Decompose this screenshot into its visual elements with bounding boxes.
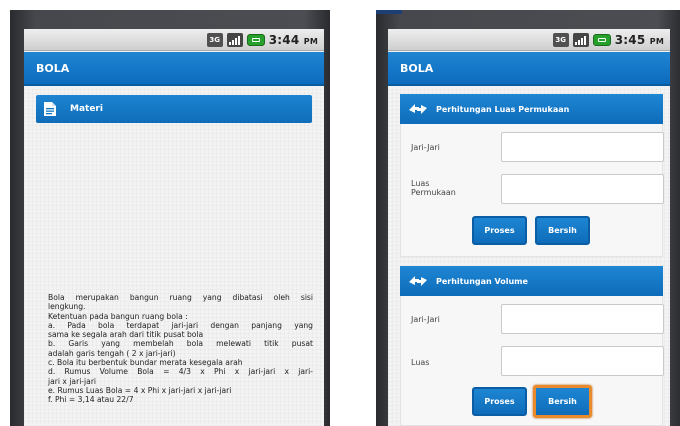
- description-line: a. Pada bola terdapat jari-jari dengan p…: [48, 320, 313, 330]
- app-title: BOLA: [400, 61, 434, 75]
- materi-description: Bola merupakan bangun ruang yang dibatas…: [48, 293, 313, 405]
- luas-label: Luas: [411, 358, 430, 367]
- volume-header: Perhitungan Volume: [400, 266, 663, 296]
- description-line: b. Garis yang membelah bola melewati tit…: [48, 339, 313, 349]
- luas-permukaan-card: Jari-Jari Luas Permukaan Proses Bersih: [400, 124, 664, 257]
- network-3g-icon: 3G: [206, 32, 223, 47]
- left-phone-screen: 3G 3:44 PM BOLA Materi Bola merupakan ba…: [24, 29, 324, 426]
- jari-jari-input[interactable]: [501, 304, 664, 334]
- bersih-button[interactable]: Bersih: [535, 216, 590, 245]
- description-line: d. Rumus Volume Bola = 4/3 x Phi x jari-…: [48, 367, 313, 377]
- app-title-bar: BOLA: [24, 52, 324, 86]
- volume-card: Jari-Jari Luas Proses Bersih: [400, 296, 664, 426]
- jari-jari-label: Jari-Jari: [411, 143, 440, 152]
- materi-label: Materi: [70, 104, 103, 114]
- status-bar: 3G 3:45 PM: [388, 29, 670, 51]
- description-line: e. Rumus Luas Bola = 4 x Phi x jari-jari…: [48, 385, 232, 395]
- app-title-bar: BOLA: [388, 52, 670, 86]
- description-line: sama ke segala arah dari titik pusat bol…: [48, 330, 204, 340]
- luas-permukaan-input[interactable]: [501, 174, 664, 204]
- battery-icon: [246, 33, 265, 46]
- signal-icon: [226, 32, 243, 47]
- description-line: lengkung.: [48, 302, 86, 312]
- materi-menu-item[interactable]: Materi: [36, 95, 312, 123]
- luas-input[interactable]: [501, 346, 664, 376]
- clock: 3:44 PM: [268, 32, 318, 47]
- volume-title: Perhitungan Volume: [436, 276, 528, 286]
- right-phone-screen: 3G 3:45 PM BOLA Perhitungan Luas Permuka…: [388, 29, 670, 426]
- description-line: c. Bola itu berbentuk bundar merata kese…: [48, 358, 243, 368]
- bersih-button[interactable]: Bersih: [533, 385, 592, 418]
- luas-permukaan-header: Perhitungan Luas Permukaan: [400, 94, 663, 124]
- proses-button[interactable]: Proses: [472, 216, 527, 245]
- luas-permukaan-label: Luas Permukaan: [411, 179, 456, 197]
- top-accent-line: [376, 10, 402, 14]
- battery-icon: [592, 33, 611, 46]
- luas-permukaan-title: Perhitungan Luas Permukaan: [436, 104, 570, 114]
- proses-button[interactable]: Proses: [472, 387, 527, 416]
- clock: 3:45 PM: [614, 32, 664, 47]
- arrows-icon: [409, 276, 427, 286]
- app-title: BOLA: [36, 61, 70, 75]
- signal-icon: [572, 32, 589, 47]
- document-icon: [44, 102, 56, 116]
- jari-jari-label: Jari-Jari: [411, 315, 440, 324]
- description-line: Bola merupakan bangun ruang yang dibatas…: [48, 293, 313, 302]
- jari-jari-input[interactable]: [501, 132, 664, 162]
- network-3g-icon: 3G: [552, 32, 569, 47]
- arrows-icon: [409, 104, 427, 114]
- description-line: jari x jari-jari: [48, 376, 97, 386]
- description-line: Ketentuan pada bangun ruang bola :: [48, 311, 188, 321]
- status-bar: 3G 3:44 PM: [24, 29, 324, 51]
- description-line: adalah garis tengah ( 2 x jari-jari): [48, 348, 176, 358]
- description-line: f. Phi = 3,14 atau 22/7: [48, 395, 134, 405]
